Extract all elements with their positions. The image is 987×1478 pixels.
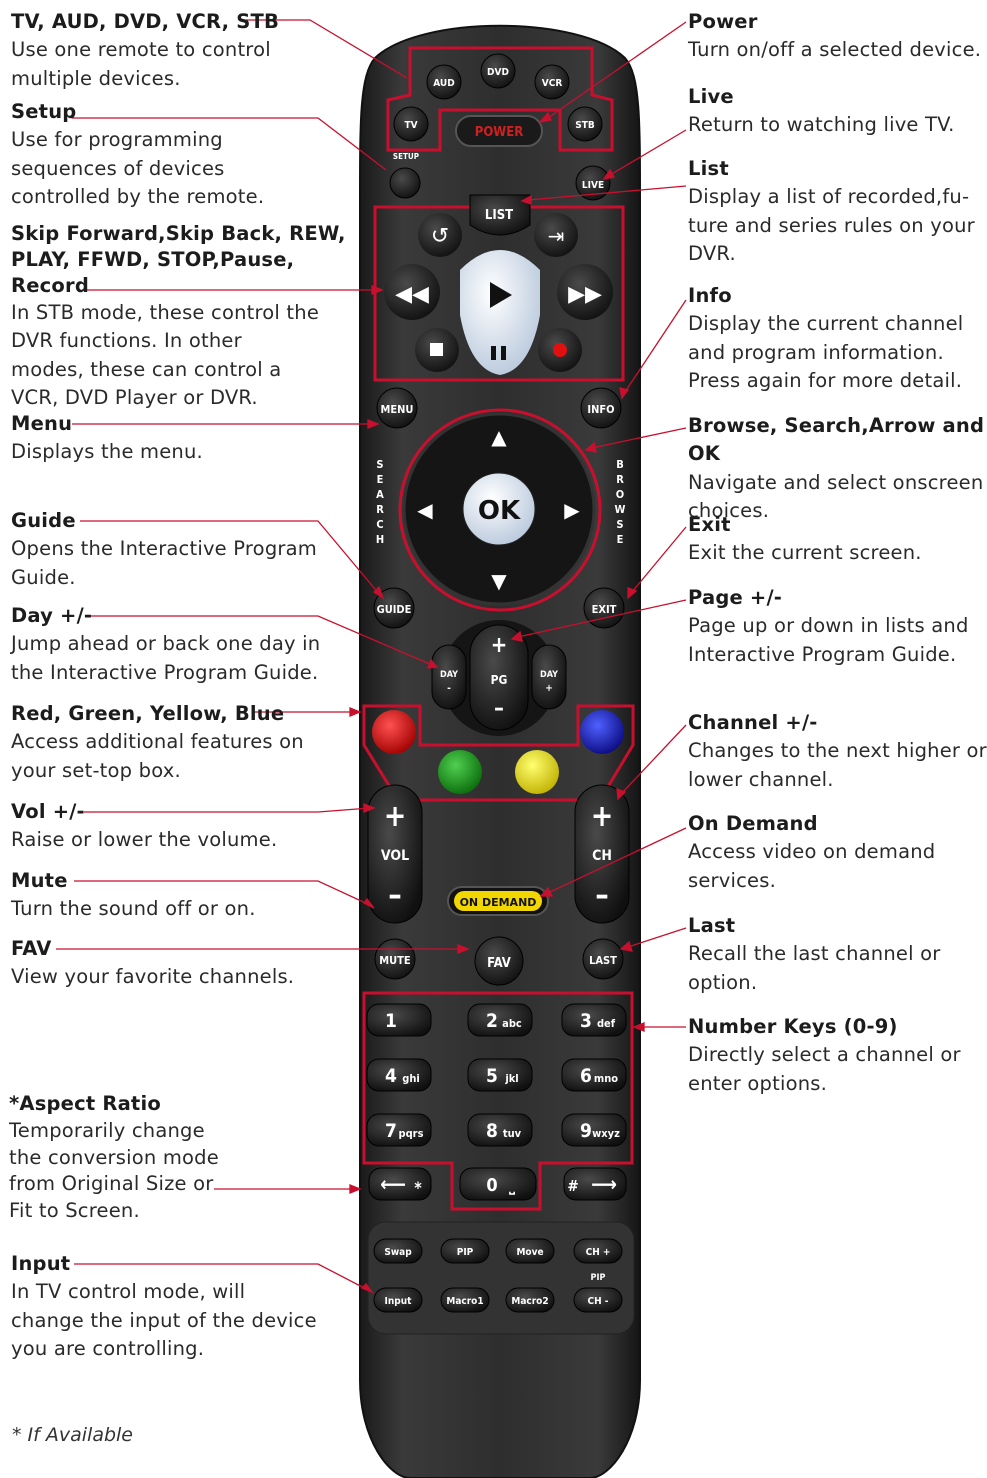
callout-desc: View your favorite channels. (11, 965, 295, 989)
callout-title: TV, AUD, DVD, VCR, STB (11, 10, 280, 33)
callout-title: Day +/- (11, 604, 93, 627)
callout-title: Menu (11, 412, 73, 435)
callout-desc: Turn the sound off or on. (11, 897, 256, 921)
callout-desc: In STB mode, these control the DVR funct… (11, 301, 320, 410)
callout-title: Number Keys (0-9) (688, 1015, 898, 1038)
callout-on-demand: On Demand Access video on demand services… (688, 810, 935, 895)
footnote: * If Available (12, 1424, 133, 1446)
callout-desc: Recall the last channel or option. (688, 942, 941, 994)
callout-list: List Display a list of recorded,fu- ture … (688, 155, 975, 269)
callout-mute: Mute Turn the sound off or on. (11, 867, 256, 924)
callout-desc: Directly select a channel or enter optio… (688, 1043, 961, 1095)
callout-color-buttons: Red, Green, Yellow, Blue Access additiona… (11, 700, 304, 785)
callout-desc: In TV control mode, will change the inpu… (11, 1280, 317, 1361)
callout-title: Vol +/- (11, 800, 85, 823)
callout-title: Last (688, 914, 736, 937)
callout-setup: Setup Use for programming sequences of de… (11, 98, 264, 212)
callout-info: Info Display the current channel and prog… (688, 282, 963, 396)
callout-power: Power Turn on/off a selected device. (688, 8, 981, 65)
callout-desc: Displays the menu. (11, 440, 203, 464)
callout-title: Mute (11, 869, 68, 892)
callout-title: Channel +/- (688, 711, 818, 734)
callout-desc: Display a list of recorded,fu- ture and … (688, 185, 975, 266)
callout-title: Skip Forward,Skip Back, REW, PLAY, FFWD,… (11, 222, 346, 297)
callout-desc: Return to watching live TV. (688, 113, 955, 137)
callout-volume: Vol +/- Raise or lower the volume. (11, 798, 277, 855)
callout-desc: Page up or down in lists and Interactive… (688, 614, 969, 666)
callout-title: Red, Green, Yellow, Blue (11, 702, 285, 725)
callout-title: Page +/- (688, 586, 783, 609)
callout-channel: Channel +/- Changes to the next higher or… (688, 709, 987, 794)
callout-desc: Access additional features on your set-t… (11, 730, 304, 782)
callout-desc: Access video on demand services. (688, 840, 936, 892)
callout-title: Setup (11, 100, 77, 123)
callout-desc: Display the current channel and program … (688, 312, 964, 393)
callout-title: FAV (11, 937, 52, 960)
callout-device-buttons: TV, AUD, DVD, VCR, STB Use one remote to … (11, 8, 279, 93)
callout-title: List (688, 157, 729, 180)
callout-exit: Exit Exit the current screen. (688, 511, 922, 568)
callout-desc: Changes to the next higher or lower chan… (688, 739, 987, 791)
callout-title: Browse, Search,Arrow and OK (688, 414, 985, 466)
callout-title: Info (688, 284, 732, 307)
callout-title: *Aspect Ratio (9, 1092, 161, 1115)
callout-page: Page +/- Page up or down in lists and Int… (688, 584, 969, 669)
callout-menu: Menu Displays the menu. (11, 410, 203, 467)
callout-title: On Demand (688, 812, 818, 835)
callout-input: Input In TV control mode, will change the… (11, 1250, 317, 1364)
callout-title: Exit (688, 513, 731, 536)
callout-title: Guide (11, 509, 76, 532)
callout-desc: Exit the current screen. (688, 541, 922, 565)
callout-title: Live (688, 85, 734, 108)
callout-desc: Opens the Interactive Program Guide. (11, 537, 317, 589)
callout-live: Live Return to watching live TV. (688, 83, 955, 140)
callout-transport: Skip Forward,Skip Back, REW, PLAY, FFWD,… (11, 221, 346, 413)
callout-day: Day +/- Jump ahead or back one day in the… (11, 602, 320, 687)
callout-desc: Jump ahead or back one day in the Intera… (11, 632, 321, 684)
callout-desc: Raise or lower the volume. (11, 828, 278, 852)
callout-guide: Guide Opens the Interactive Program Guide… (11, 507, 317, 592)
callout-desc: Use for programming sequences of devices… (11, 128, 265, 209)
callout-title: Input (11, 1252, 71, 1275)
callout-desc: Temporarily change the conversion mode f… (9, 1118, 219, 1223)
callout-title: Power (688, 10, 758, 33)
callout-desc: Use one remote to control multiple devic… (11, 38, 271, 90)
callout-navigation: Browse, Search,Arrow and OK Navigate and … (688, 412, 987, 526)
callout-fav: FAV View your favorite channels. (11, 935, 294, 992)
callout-number-keys: Number Keys (0-9) Directly select a chann… (688, 1013, 961, 1098)
callout-aspect-ratio: *Aspect Ratio Temporarily change the conv… (9, 1091, 219, 1225)
callout-desc: Turn on/off a selected device. (688, 38, 982, 62)
callout-last: Last Recall the last channel or option. (688, 912, 940, 997)
